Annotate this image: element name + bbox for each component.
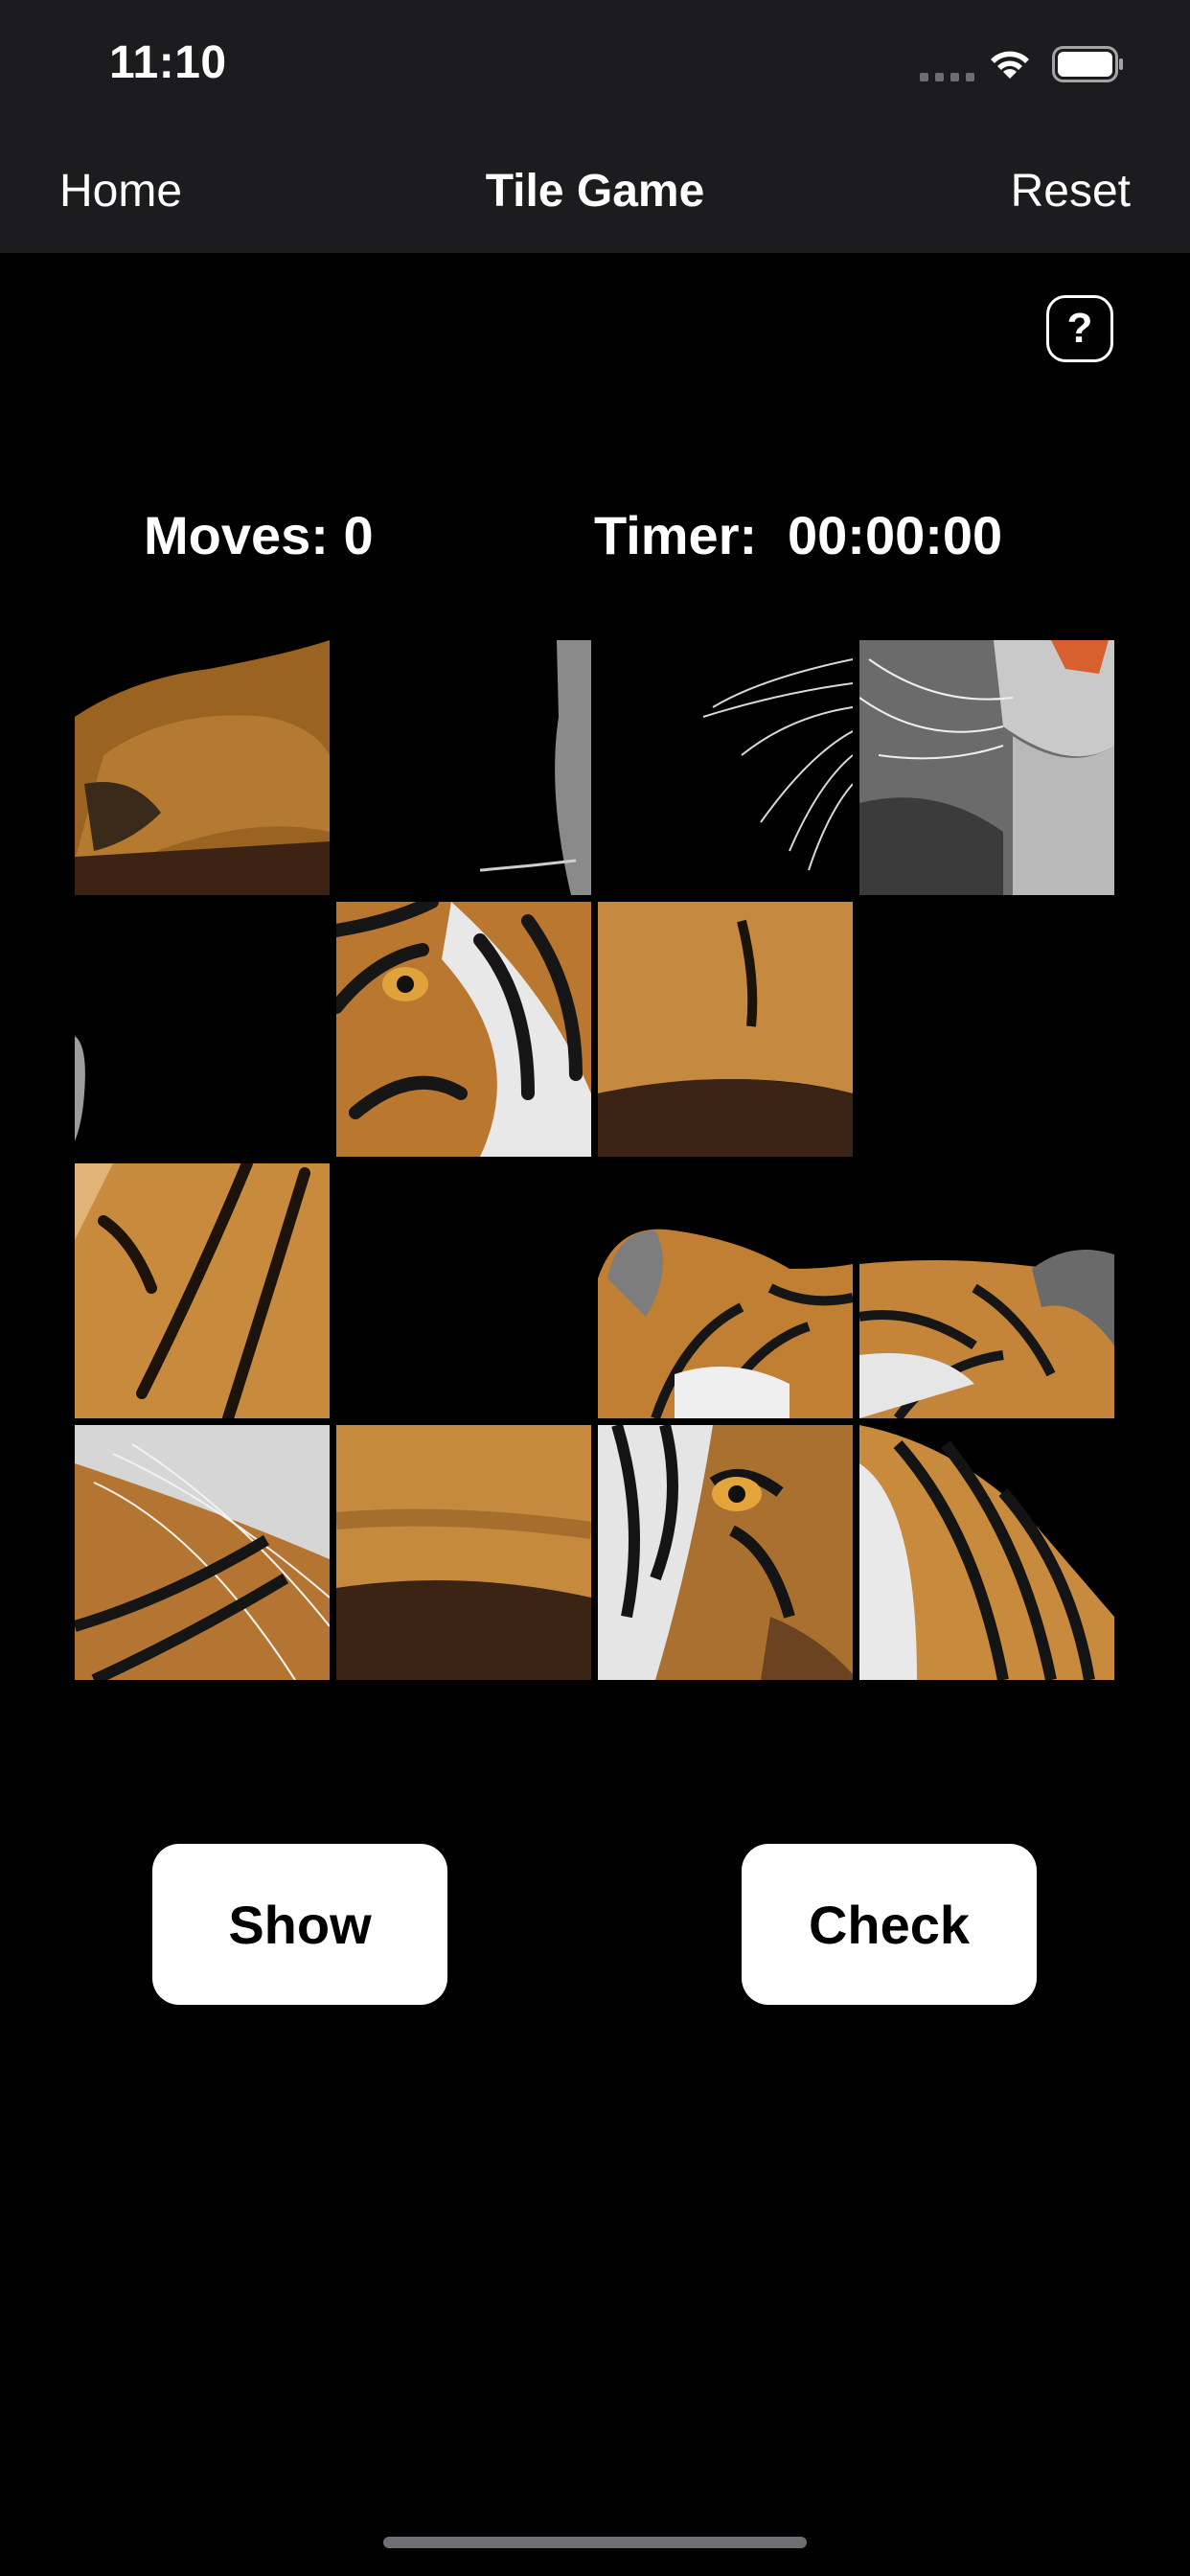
moves-counter: Moves: 0 (144, 505, 374, 565)
puzzle-tile[interactable] (859, 902, 1114, 1157)
check-button[interactable]: Check (742, 1844, 1037, 2005)
status-time: 11:10 (109, 37, 227, 88)
puzzle-tile[interactable] (336, 902, 591, 1157)
show-button[interactable]: Show (152, 1844, 447, 2005)
puzzle-tile[interactable] (598, 902, 853, 1157)
status-bar: 11:10 (0, 0, 1190, 132)
puzzle-tile[interactable] (75, 640, 330, 895)
timer-label: Timer: (594, 505, 758, 565)
puzzle-tile[interactable] (75, 1163, 330, 1418)
puzzle-tile[interactable] (859, 1425, 1114, 1680)
puzzle-tile[interactable] (598, 1163, 853, 1418)
puzzle-tile[interactable] (859, 640, 1114, 895)
puzzle-tile[interactable] (75, 902, 330, 1157)
puzzle-tile[interactable] (336, 640, 591, 895)
puzzle-tile[interactable] (598, 640, 853, 895)
reset-button[interactable]: Reset (1011, 165, 1131, 218)
cellular-signal-icon (920, 73, 974, 81)
navigation-bar: Home Tile Game Reset (0, 132, 1190, 253)
puzzle-tile[interactable] (598, 1425, 853, 1680)
battery-icon (1052, 46, 1123, 82)
home-indicator[interactable] (383, 2537, 807, 2548)
puzzle-tile[interactable] (859, 1163, 1114, 1418)
help-button[interactable]: ? (1046, 295, 1113, 362)
wifi-icon (991, 51, 1029, 79)
puzzle-tile[interactable] (336, 1425, 591, 1680)
tile-board (75, 640, 1115, 1681)
timer-value: 00:00:00 (788, 505, 1003, 565)
home-button[interactable]: Home (59, 165, 182, 218)
puzzle-tile[interactable] (336, 1163, 591, 1418)
puzzle-tile[interactable] (75, 1425, 330, 1680)
question-mark-icon: ? (1066, 305, 1093, 352)
